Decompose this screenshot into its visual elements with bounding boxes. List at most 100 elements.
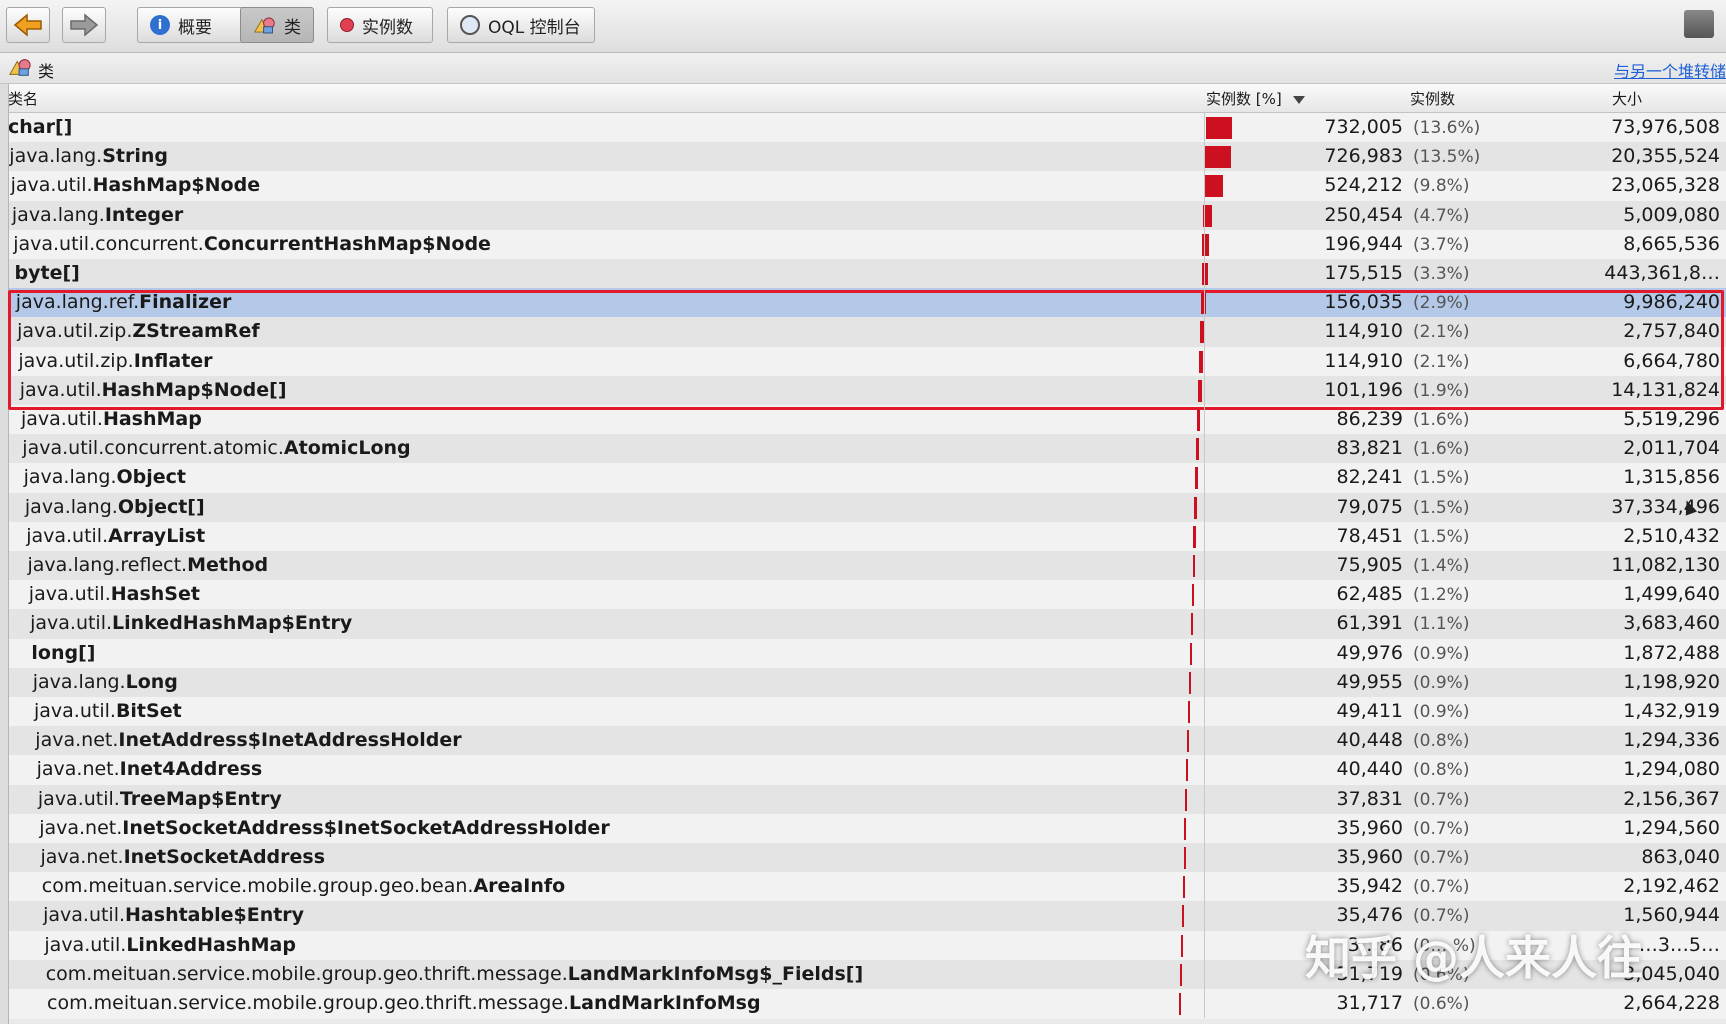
table-row[interactable]: char[] 732,005 (13.6%) 73,976,508 <box>0 113 1726 143</box>
header-instances[interactable]: 实例数 <box>1410 88 1455 109</box>
table-row[interactable]: java.lang.Object[] 79,075 (1.5%) 37,334,496 <box>0 492 1726 523</box>
table-row[interactable]: java.util.HashSet 62,485 (1.2%) 1,499,640 <box>0 580 1726 611</box>
instance-percent: (13.5%) <box>1413 147 1481 168</box>
table-row[interactable]: java.lang.String 726,983 (13.5%) 20,355,524 <box>0 142 1726 173</box>
class-name-cell: java.lang.String <box>9 145 168 167</box>
instance-share-bar <box>1189 642 1192 665</box>
instance-count-cell: 37,831 (0.7%) <box>1337 788 1485 810</box>
class-simple-name: Object[] <box>117 495 205 518</box>
instance-count-cell: 524,212 (9.8%) <box>1324 174 1485 196</box>
class-simple-name: TreeMap$Entry <box>119 787 282 810</box>
size-cell: 2,664,228 <box>1623 992 1720 1014</box>
table-row[interactable]: java.lang.reflect.Method 75,905 (1.4%) 11,0… <box>0 551 1726 581</box>
instance-count-cell: 61,391 (1.1%) <box>1337 612 1485 634</box>
size-cell: …3…5… <box>1638 933 1720 956</box>
class-name-cell: java.lang.Object <box>24 466 186 488</box>
window-corner-icon[interactable] <box>1684 10 1714 38</box>
instance-count: 35,960 <box>1336 816 1403 839</box>
table-header: 类名 实例数 [%] 实例数 大小 <box>0 84 1726 113</box>
instance-count: 83,821 <box>1336 437 1403 460</box>
size-cell: 1,872,488 <box>1623 641 1720 664</box>
instance-percent: (0.9%) <box>1413 643 1470 664</box>
class-name-cell: byte[] <box>15 262 80 284</box>
instance-percent: (0.8%) <box>1413 760 1470 781</box>
forward-button[interactable] <box>62 7 106 43</box>
table-row[interactable]: java.net.Inet4Address 40,440 (0.8%) 1,294,0… <box>0 755 1726 786</box>
table-row[interactable]: java.lang.Object 82,241 (1.5%) 1,315,856 <box>0 463 1726 494</box>
instance-count-cell: 40,440 (0.8%) <box>1337 758 1485 780</box>
instance-count: 75,905 <box>1336 554 1403 576</box>
table-row[interactable]: com.meituan.service.mobile.group.geo.thr… <box>0 989 1726 1019</box>
instance-count-cell: 40,448 (0.8%) <box>1337 729 1485 751</box>
class-package: java.util. <box>44 933 127 956</box>
table-row[interactable]: java.util.ArrayList 78,451 (1.5%) 2,510,432 <box>0 521 1726 552</box>
table-row[interactable]: java.util.BitSet 49,411 (0.9%) 1,432,919 <box>0 697 1726 727</box>
class-name-cell: java.util.BitSet <box>34 700 182 722</box>
instance-share-bar <box>1197 409 1201 431</box>
back-button[interactable] <box>6 7 50 43</box>
header-class-name[interactable]: 类名 <box>8 88 38 109</box>
size-cell: 2,192,462 <box>1623 875 1720 898</box>
class-simple-name: Integer <box>104 203 184 226</box>
instance-percent: (0.7%) <box>1413 818 1470 839</box>
class-package: java.util. <box>26 524 109 547</box>
instance-count-cell: 175,515 (3.3%) <box>1324 262 1485 284</box>
instance-share-bar <box>1190 613 1193 636</box>
size-cell: 2,510,432 <box>1623 524 1720 547</box>
size-cell: 23,065,328 <box>1611 174 1720 197</box>
class-name-cell: java.util.TreeMap$Entry <box>38 788 282 810</box>
table-row[interactable]: java.util.TreeMap$Entry 37,831 (0.7%) 2,156… <box>0 784 1726 815</box>
class-package: java.lang. <box>32 670 126 693</box>
table-row[interactable]: java.net.InetSocketAddress 35,960 (0.7%) 86… <box>0 843 1726 873</box>
instance-percent: (3.3%) <box>1413 264 1470 284</box>
oql-console-tab-button[interactable]: OQL 控制台 <box>447 7 595 43</box>
instance-percent: (0.9%) <box>1413 672 1470 693</box>
table-row[interactable]: long[] 49,976 (0.9%) 1,872,488 <box>0 638 1726 669</box>
class-simple-name: Inet4Address <box>119 758 263 781</box>
class-package: java.net. <box>35 729 119 752</box>
size-cell: 1,294,560 <box>1623 816 1720 839</box>
class-simple-name: AreaInfo <box>473 875 566 898</box>
instance-share-bar <box>1183 847 1186 869</box>
instance-share-bar <box>1204 175 1223 198</box>
table-row[interactable]: java.util.HashMap$Node 524,212 (9.8%) 23,06… <box>0 171 1726 202</box>
table-row[interactable]: java.util.concurrent.atomic.AtomicLong 83… <box>0 434 1726 465</box>
class-simple-name: InetSocketAddress <box>123 846 326 868</box>
table-row[interactable]: java.lang.Integer 250,454 (4.7%) 5,009,080 <box>0 200 1726 231</box>
instance-count: 726,983 <box>1324 145 1403 168</box>
classes-title-strip: 类 与另一个堆转储 <box>0 53 1726 84</box>
table-row[interactable]: java.net.InetAddress$InetAddressHolder 40… <box>0 726 1726 757</box>
header-instances-percent[interactable]: 实例数 [%] <box>1206 88 1305 109</box>
classes-table: 类名 实例数 [%] 实例数 大小 char[] 732,005 (13.6%) 73… <box>0 84 1726 1024</box>
class-name-cell: com.meituan.service.mobile.group.geo.thr… <box>47 992 761 1014</box>
compare-heap-dump-link[interactable]: 与另一个堆转储 <box>1614 58 1726 82</box>
table-row[interactable]: java.lang.Long 49,955 (0.9%) 1,198,920 <box>0 667 1726 698</box>
instance-percent: (4.7%) <box>1413 205 1470 226</box>
summary-tab-button[interactable]: i 概要 <box>137 7 247 43</box>
instance-percent: (1.5%) <box>1413 497 1470 518</box>
class-name-cell: java.net.InetSocketAddress$InetSocketAdd… <box>39 817 610 839</box>
size-cell: 1,294,336 <box>1623 729 1720 752</box>
table-row[interactable]: java.net.InetSocketAddress$InetSocketAdd… <box>0 813 1726 844</box>
size-cell: 1,432,919 <box>1623 700 1720 722</box>
class-name-cell: char[] <box>8 116 72 138</box>
class-name-cell: com.meituan.service.mobile.group.geo.thr… <box>46 963 863 985</box>
instances-tab-button[interactable]: 实例数 <box>327 7 433 43</box>
instance-count: 86,239 <box>1336 408 1403 430</box>
size-cell: 8,665,536 <box>1623 232 1720 255</box>
table-row[interactable]: java.util.LinkedHashMap$Entry 61,391 (1.1%… <box>0 609 1726 640</box>
class-package: java.lang. <box>11 203 105 226</box>
instance-share-bar <box>1179 963 1182 986</box>
table-row[interactable]: byte[] 175,515 (3.3%) 443,361,8… <box>0 259 1726 289</box>
instance-count: 82,241 <box>1336 466 1403 489</box>
instance-share-bar <box>1187 730 1190 753</box>
instance-percent: (0.7%) <box>1413 877 1470 898</box>
classes-tab-button[interactable]: 类 <box>240 7 314 43</box>
instance-share-bar <box>1196 438 1200 461</box>
table-row[interactable]: com.meituan.service.mobile.group.geo.bea… <box>0 872 1726 903</box>
size-cell: 3,683,460 <box>1623 612 1720 635</box>
header-size[interactable]: 大小 <box>1612 88 1642 109</box>
class-simple-name: LandMarkInfoMsg$_Fields[] <box>567 962 864 985</box>
table-row[interactable]: java.util.concurrent.ConcurrentHashMap$N… <box>0 229 1726 260</box>
class-package: com.meituan.service.mobile.group.geo.thr… <box>47 992 570 1014</box>
